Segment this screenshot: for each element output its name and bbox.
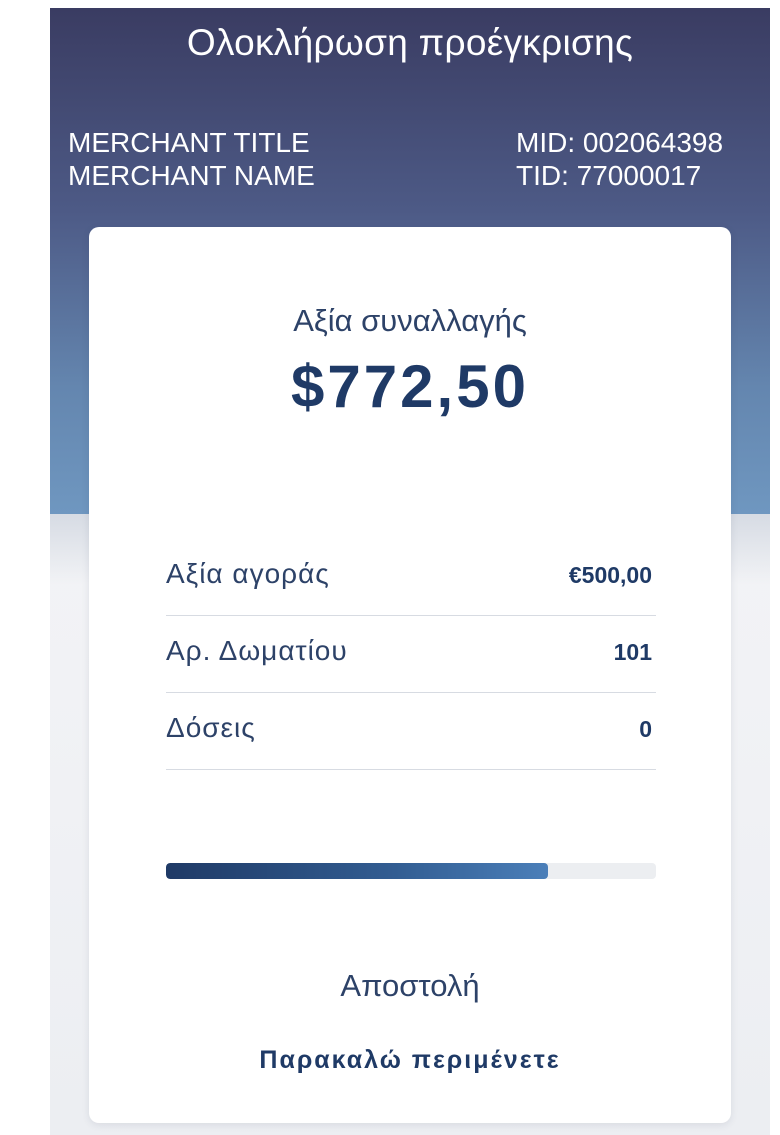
status-text: Αποστολή	[340, 968, 480, 1003]
wait-message: Παρακαλώ περιμένετε	[259, 1046, 561, 1074]
transaction-card: Αξία συναλλαγής $772,50 Αξία αγοράς €500…	[89, 227, 731, 1123]
merchant-info: MERCHANT TITLE MERCHANT NAME	[68, 126, 315, 192]
terminal-id: TID: 77000017	[516, 160, 702, 191]
detail-label: Δόσεις	[166, 712, 256, 743]
detail-row-room-number: Αρ. Δωματίου 101	[166, 616, 656, 693]
detail-label: Αρ. Δωματίου	[166, 635, 348, 666]
merchant-id: MID: 002064398	[516, 127, 724, 158]
progress-bar	[166, 863, 656, 879]
app-screen: Ολοκλήρωση προέγκρισης MERCHANT TITLE ME…	[50, 8, 770, 1135]
amount-label: Αξία συναλλαγής	[293, 303, 527, 338]
detail-value: 0	[639, 716, 652, 742]
detail-row-installments: Δόσεις 0	[166, 693, 656, 770]
detail-label: Αξία αγοράς	[166, 558, 330, 589]
terminal-info: MID: 002064398 TID: 77000017	[516, 126, 723, 192]
merchant-title: MERCHANT TITLE	[68, 127, 310, 158]
progress-fill	[166, 863, 549, 879]
detail-row-purchase-amount: Αξία αγοράς €500,00	[166, 539, 656, 616]
detail-value: €500,00	[568, 562, 652, 588]
merchant-name: MERCHANT NAME	[68, 160, 315, 191]
detail-value: 101	[613, 639, 652, 665]
page-title: Ολοκλήρωση προέγκρισης	[186, 22, 634, 63]
details-list: Αξία αγοράς €500,00 Αρ. Δωματίου 101 Δόσ…	[166, 539, 656, 770]
amount-value: $772,50	[291, 353, 529, 420]
